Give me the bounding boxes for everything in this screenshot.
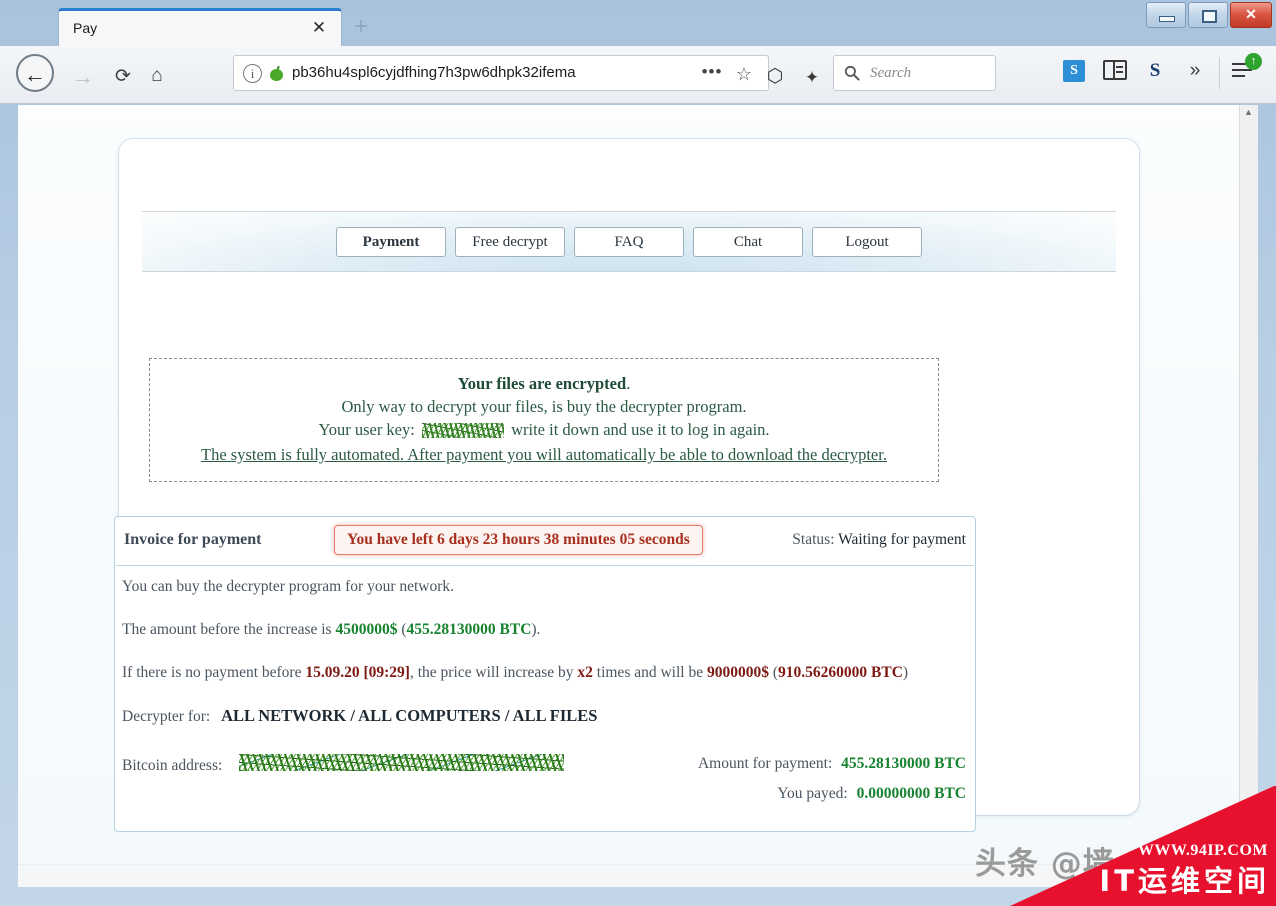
deadline-value: 15.09.20 [09:29]	[305, 664, 410, 681]
increased-price-btc: 910.56260000 BTC	[778, 664, 903, 681]
onion-bulb	[270, 69, 283, 81]
increase-mid-text: , the price will increase by	[409, 664, 574, 681]
countdown-timer: You have left 6 days 23 hours 38 minutes…	[334, 525, 703, 555]
notice-line-1: Your files are encrypted.	[150, 372, 938, 395]
invoice-header: Invoice for payment You have left 6 days…	[115, 517, 975, 565]
you-payed-label: You payed:	[777, 785, 848, 802]
invoice-body: You can buy the decrypter program for yo…	[122, 577, 968, 802]
address-bar[interactable]: i pb36hu4spl6cyjdfhing7h3pw6dhpk32ifema …	[233, 55, 769, 91]
bitcoin-address-row: Bitcoin address: Amount for payment: 455…	[122, 754, 968, 802]
search-icon	[844, 65, 860, 86]
deadline-label: If there is no payment before	[122, 664, 302, 681]
invoice-divider	[116, 565, 974, 566]
sidebar-line-1	[1116, 66, 1123, 68]
page-nav-tabs: Payment Free decrypt FAQ Chat Logout	[142, 212, 1116, 271]
notice-line-2: Only way to decrypt your files, is buy t…	[341, 397, 747, 416]
bitcoin-address-redacted[interactable]	[239, 754, 564, 771]
sidebar-divider	[1113, 62, 1115, 78]
invoice-increase-warning: If there is no payment before 15.09.20 […	[122, 664, 909, 681]
toolbar-divider	[1219, 57, 1220, 89]
user-key-instruction: write it down and use it to log in again…	[511, 420, 770, 439]
decrypter-scope-value: ALL NETWORK / ALL COMPUTERS / ALL FILES	[221, 706, 598, 725]
scroll-up-icon[interactable]: ▲	[1240, 105, 1257, 122]
close-window-button[interactable]: ✕	[1230, 2, 1272, 28]
search-bar[interactable]: Search	[833, 55, 996, 91]
invoice-intro: You can buy the decrypter program for yo…	[122, 578, 455, 595]
increase-mid-text-2: times and will be	[596, 664, 704, 681]
notice-headline: Your files are encrypted	[457, 374, 627, 393]
home-button[interactable]: ⌂	[140, 59, 174, 93]
reload-button[interactable]: ⟳	[106, 60, 140, 94]
bookmark-star-icon[interactable]: ☆	[732, 63, 756, 85]
status-row: Status: Waiting for payment	[792, 531, 966, 549]
browser-window: Pay ✕ + ✕ ← → ⟳ ⌂ i pb36hu4spl6cyjdfhing…	[0, 0, 1276, 906]
page-nav-band: Payment Free decrypt FAQ Chat Logout	[142, 211, 1116, 272]
you-payed-row: You payed: 0.00000000 BTC	[636, 784, 966, 804]
amount-for-payment-row: Amount for payment: 455.28130000 BTC	[636, 754, 966, 774]
minimize-icon	[1159, 16, 1175, 22]
amount-for-payment-value: 455.28130000 BTC	[841, 755, 966, 772]
minimize-button[interactable]	[1146, 2, 1186, 28]
forward-button[interactable]: →	[66, 60, 100, 94]
nav-tab-payment[interactable]: Payment	[336, 226, 446, 257]
card-header	[119, 139, 1139, 211]
extension-s-letter-icon[interactable]: S	[1145, 60, 1165, 82]
shield-icon[interactable]: ⬡	[758, 60, 792, 94]
status-label: Status:	[792, 531, 835, 548]
sidebar-line-2	[1116, 71, 1123, 73]
new-tab-button[interactable]: +	[348, 14, 374, 40]
vertical-scrollbar[interactable]: ▲	[1239, 105, 1258, 887]
window-controls: ✕	[1144, 2, 1272, 30]
tab-strip: Pay ✕ + ✕	[0, 0, 1276, 46]
maximize-icon	[1202, 10, 1217, 23]
encryption-notice: Your files are encrypted. Only way to de…	[149, 358, 939, 482]
amount-summary: Amount for payment: 455.28130000 BTC You…	[636, 754, 966, 814]
ransom-page: Payment Free decrypt FAQ Chat Logout You…	[18, 105, 1240, 887]
page-actions-icon[interactable]: •••	[700, 63, 724, 85]
bitcoin-address-label: Bitcoin address:	[122, 757, 223, 774]
broom-icon[interactable]: ✦	[795, 61, 829, 95]
nav-tab-free-decrypt[interactable]: Free decrypt	[455, 226, 565, 257]
amount-for-payment-label: Amount for payment:	[697, 755, 833, 772]
maximize-button[interactable]	[1188, 2, 1228, 28]
browser-tab-pay[interactable]: Pay ✕	[58, 8, 342, 46]
invoice-current-price: The amount before the increase is 450000…	[122, 621, 541, 638]
current-price-usd: 4500000$	[335, 621, 398, 638]
you-payed-value: 0.00000000 BTC	[856, 785, 966, 802]
hamburger-menu-button[interactable]: ↑	[1232, 53, 1262, 82]
page-info-icon[interactable]: i	[243, 64, 262, 83]
nav-tab-logout[interactable]: Logout	[812, 226, 922, 257]
decrypter-scope-row: Decrypter for: ALL NETWORK / ALL COMPUTE…	[122, 706, 968, 727]
user-key-redacted	[421, 423, 504, 438]
extension-s-badge-icon[interactable]: S	[1063, 60, 1085, 82]
user-key-label: Your user key:	[318, 420, 415, 439]
menu-line-2	[1232, 69, 1252, 71]
price-multiplier: x2	[577, 664, 593, 681]
decrypter-label: Decrypter for:	[122, 708, 211, 725]
back-button[interactable]: ←	[16, 54, 54, 92]
chevron-double-right-icon[interactable]: »	[1183, 60, 1207, 82]
close-icon[interactable]: ✕	[309, 18, 329, 38]
sidebar-icon[interactable]	[1103, 60, 1127, 80]
tab-title: Pay	[73, 20, 98, 36]
invoice-panel: Invoice for payment You have left 6 days…	[114, 516, 976, 832]
increased-price-usd: 9000000$	[706, 664, 769, 681]
status-badge: Waiting for payment	[838, 531, 966, 548]
menu-line-3	[1232, 75, 1245, 77]
nav-tab-faq[interactable]: FAQ	[574, 226, 684, 257]
nav-tab-chat[interactable]: Chat	[693, 226, 803, 257]
notice-headline-period: .	[626, 374, 631, 393]
current-price-btc: 455.28130000 BTC	[406, 621, 532, 638]
notice-line-4: The system is fully automated. After pay…	[201, 445, 887, 464]
notice-line-3: Your user key: write it down and use it …	[150, 418, 938, 441]
close-icon: ✕	[1245, 6, 1257, 22]
toutiao-watermark: 头条 @墙	[975, 846, 1115, 882]
onion-icon	[270, 65, 284, 81]
current-price-label: The amount before the increase is	[122, 621, 332, 638]
invoice-title: Invoice for payment	[124, 531, 262, 548]
page-viewport: Payment Free decrypt FAQ Chat Logout You…	[18, 105, 1258, 887]
url-text: pb36hu4spl6cyjdfhing7h3pw6dhpk32ifema	[292, 64, 576, 81]
search-placeholder: Search	[870, 65, 912, 81]
update-available-icon[interactable]: ↑	[1245, 53, 1262, 70]
